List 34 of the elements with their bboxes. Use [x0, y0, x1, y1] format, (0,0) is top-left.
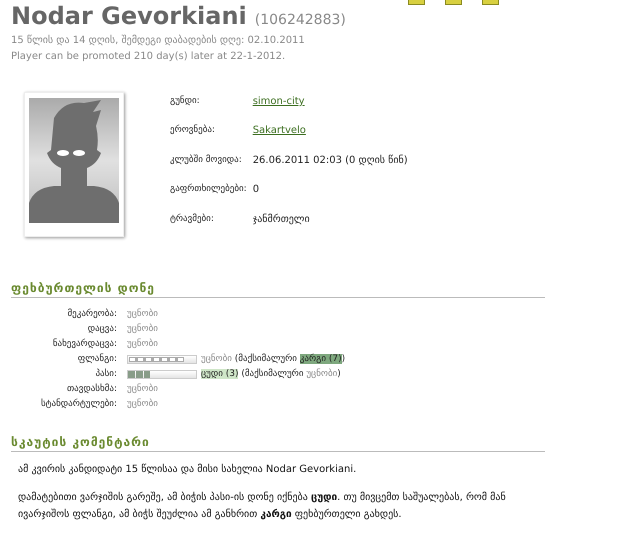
age-line: 15 წლის და 14 დღის, შემდეგი დაბადების დღე: 02.10.2011 — [11, 35, 306, 46]
info-link[interactable]: Sakartvelo — [252, 125, 408, 149]
comment-paragraph: ამ კვირის კანდიდატი 15 წლისაა და მისი სახელია Nodar Gevorkiani. — [18, 462, 358, 477]
info-label: გუნდი: — [170, 96, 201, 108]
info-label: გაფრთხილებები: — [170, 184, 247, 196]
skill-label: მეკარეობა: — [66, 309, 117, 319]
promotion-line: Player can be promoted 210 day(s) later at 22-1-2012. — [11, 51, 286, 62]
skill-bar — [127, 370, 197, 378]
skill-label: სტანდარტულები: — [40, 399, 117, 409]
section-title: სკაუტის კომენტარი — [11, 435, 150, 449]
info-value: 0 — [252, 184, 260, 198]
info-value: ჯანმრთელი — [252, 214, 311, 227]
skill-value: უცნობი (მაქსიმალური კარგი (7)) — [201, 354, 346, 364]
info-link[interactable]: simon-city — [252, 96, 408, 120]
skill-bar — [127, 354, 197, 364]
skill-label: ნახევარდაცვა: — [52, 339, 117, 349]
player-name: Nodar Gevorkiani — [11, 2, 247, 30]
skill-value: უცნობი — [127, 324, 158, 334]
skill-label: ფლანგი: — [76, 354, 117, 364]
info-label: ეროვნება: — [170, 125, 216, 138]
section-title: ფეხბურთელის დონე — [11, 281, 155, 295]
info-label: კლუბში მოვიდა: — [170, 154, 243, 167]
skill-label: დაცვა: — [86, 324, 117, 334]
skill-value: უცნობი — [127, 339, 158, 349]
skill-value: უცნობი — [127, 399, 158, 409]
info-label: ტრავმები: — [170, 214, 215, 226]
skill-value: უცნობი — [127, 384, 158, 394]
skill-label: პასი: — [94, 369, 117, 379]
info-value: 26.06.2011 02:03 (0 დღის წინ) — [252, 154, 408, 168]
player-id: (106242883) — [254, 12, 346, 28]
comment-paragraph: დამატებითი ვარჯიშის გარეშე, ამ ბიჭის პასი-ის დონე იქნება ცუდი. თუ მივცემთ საშუალებას, რომ მან ივარჯიშოს ფლანგი, ამ ბიჭს შეუძლია ამ განხრით კარგი ფეხბურთელი გახდეს. — [18, 490, 507, 522]
skill-value: უცნობი — [127, 309, 158, 319]
skill-value: ცუდი (3) (მაქსიმალური უცნობი) — [201, 369, 341, 379]
skill-label: თავდასხმა: — [66, 384, 117, 394]
